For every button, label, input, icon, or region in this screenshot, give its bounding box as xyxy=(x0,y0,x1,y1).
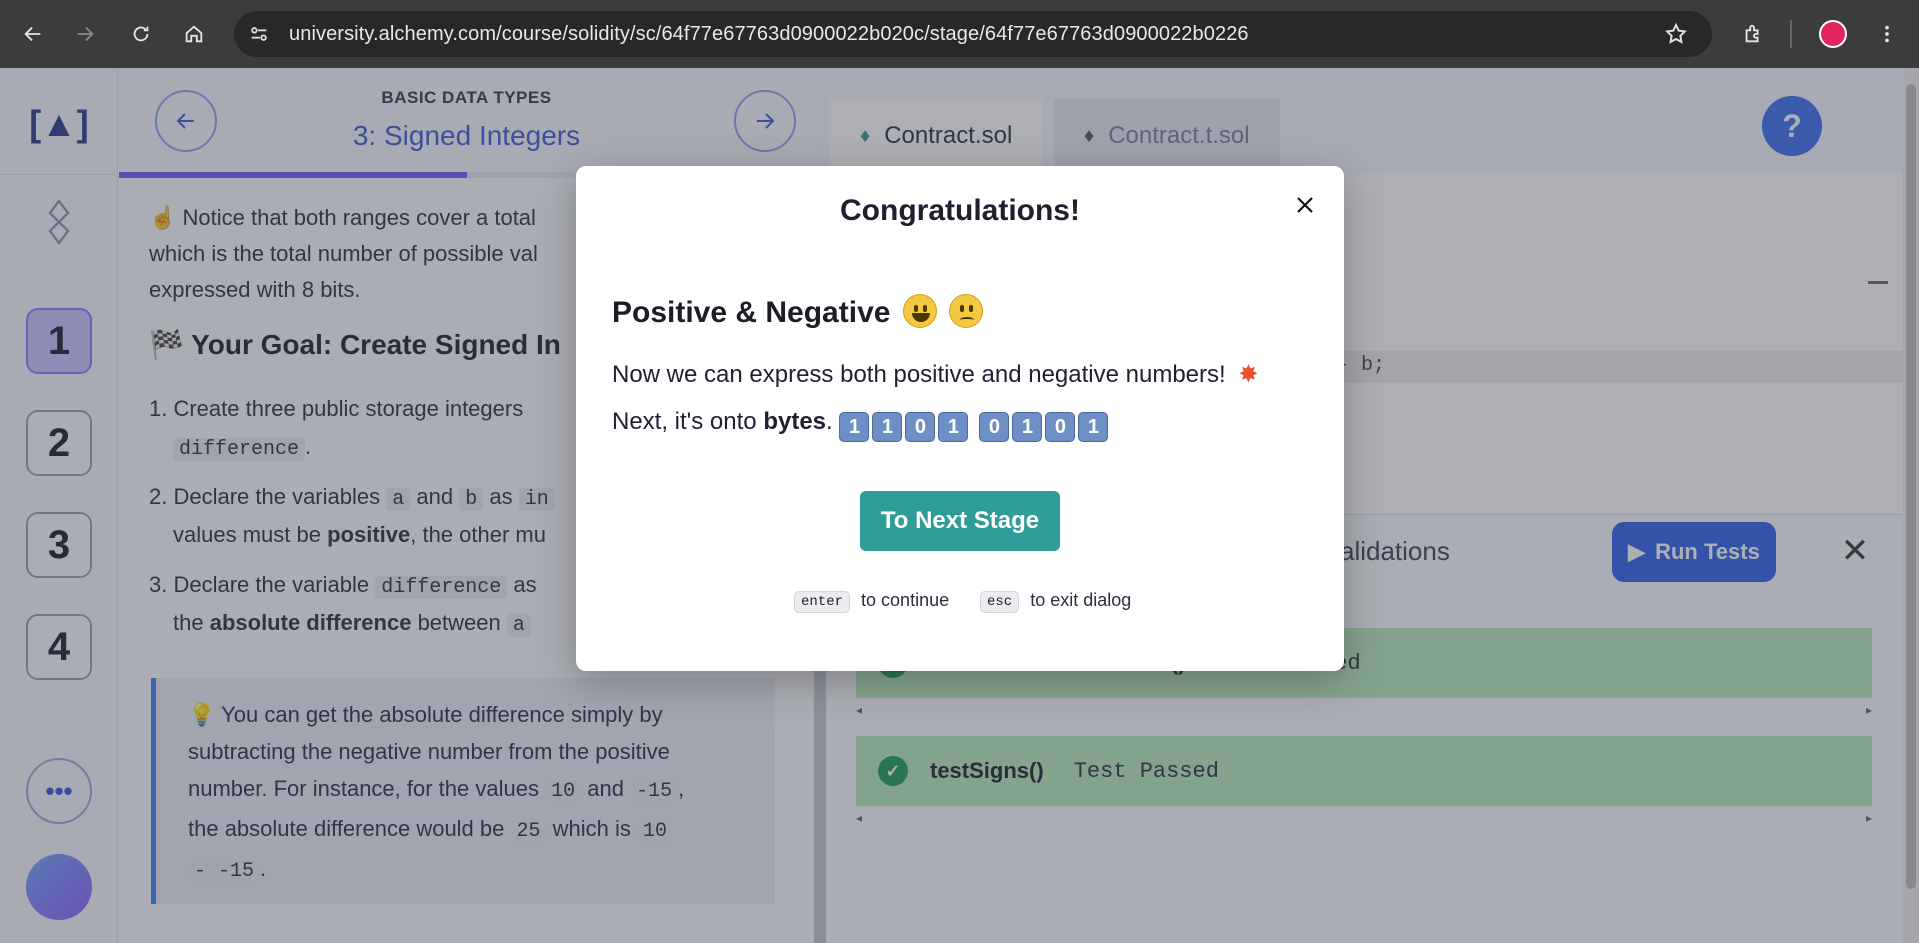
dialog-heading: Positive & Negative xyxy=(612,294,984,330)
toolbar-divider xyxy=(1790,20,1792,48)
binary-digits: 11010101 xyxy=(839,408,1111,442)
bookmark-star-icon[interactable] xyxy=(1664,22,1688,46)
extensions-icon[interactable] xyxy=(1736,17,1770,51)
close-icon[interactable] xyxy=(1288,188,1322,222)
digit-keycap: 1 xyxy=(872,412,903,442)
dialog-title: Congratulations! xyxy=(840,194,1080,227)
heading-text: Positive & Negative xyxy=(612,296,891,329)
digit-keycap: 0 xyxy=(1045,412,1076,442)
forward-icon[interactable] xyxy=(68,17,102,51)
congratulations-dialog: Congratulations! Positive & Negative Now… xyxy=(576,166,1344,671)
message-bold: bytes xyxy=(763,408,827,435)
digit-keycap: 0 xyxy=(979,412,1010,442)
enter-key: enter xyxy=(794,591,851,613)
esc-hint: esc to exit dialog xyxy=(980,590,1131,613)
esc-key: esc xyxy=(980,591,1020,613)
message-text: Now we can express both positive and neg… xyxy=(612,361,1226,388)
browser-menu-icon[interactable] xyxy=(1870,17,1904,51)
hint-text: to exit dialog xyxy=(1030,590,1132,610)
site-settings-icon[interactable] xyxy=(248,23,270,45)
digit-keycap: 0 xyxy=(905,412,936,442)
digit-keycap: 1 xyxy=(938,412,969,442)
url-text[interactable]: university.alchemy.com/course/solidity/s… xyxy=(289,23,1249,46)
dialog-next-topic: Next, it's onto bytes. 11010101 xyxy=(612,408,1111,442)
profile-avatar[interactable] xyxy=(1816,17,1850,51)
digit-keycap: 1 xyxy=(1078,412,1109,442)
reload-icon[interactable] xyxy=(124,17,158,51)
enter-hint: enter to continue xyxy=(794,590,949,613)
digit-keycap: 1 xyxy=(839,412,870,442)
collision-icon: ✸ xyxy=(1238,361,1259,388)
home-icon[interactable] xyxy=(177,17,211,51)
back-icon[interactable] xyxy=(16,17,50,51)
frown-icon xyxy=(949,294,984,328)
smiley-icon xyxy=(902,294,937,328)
hint-text: to continue xyxy=(861,590,950,610)
to-next-stage-button[interactable]: To Next Stage xyxy=(860,491,1060,551)
dialog-message: Now we can express both positive and neg… xyxy=(612,360,1258,389)
message-text: Next, it's onto xyxy=(612,408,757,435)
browser-toolbar: university.alchemy.com/course/solidity/s… xyxy=(0,0,1919,68)
address-bar[interactable]: university.alchemy.com/course/solidity/s… xyxy=(234,11,1712,57)
message-text: . xyxy=(826,408,833,435)
digit-keycap: 1 xyxy=(1012,412,1043,442)
